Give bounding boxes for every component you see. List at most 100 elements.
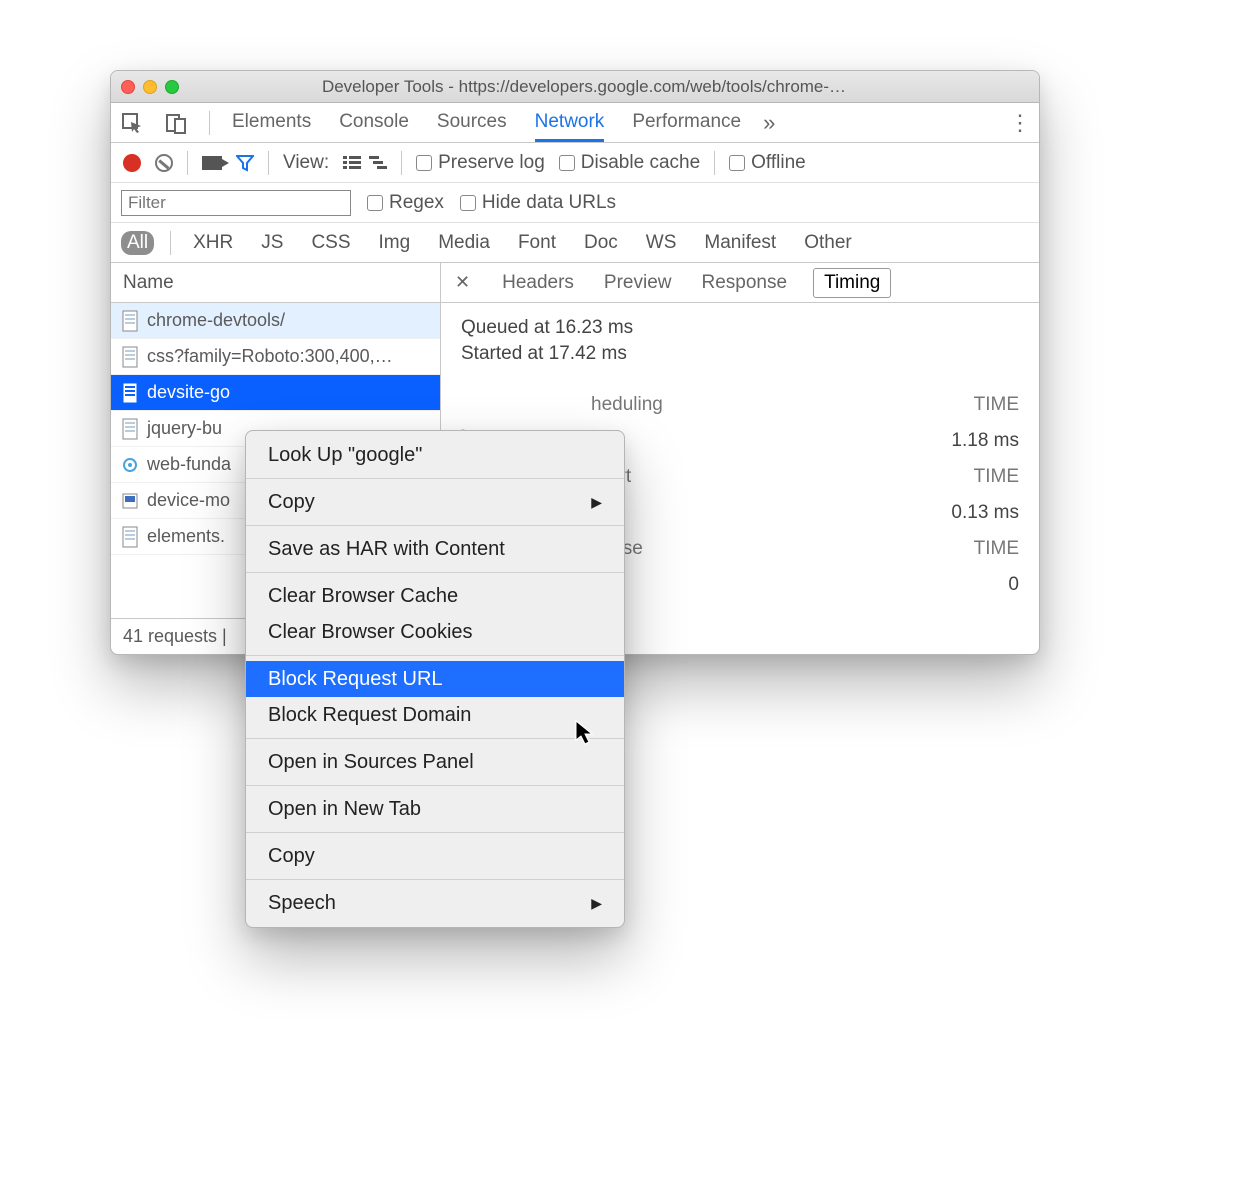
filter-input[interactable] bbox=[121, 190, 351, 216]
context-menu-label: Clear Browser Cache bbox=[268, 585, 458, 608]
subtab-preview[interactable]: Preview bbox=[600, 268, 676, 298]
type-manifest[interactable]: Manifest bbox=[698, 231, 782, 255]
filter-icon[interactable] bbox=[236, 154, 254, 172]
type-js[interactable]: JS bbox=[255, 231, 289, 255]
request-row-selected[interactable]: devsite-go bbox=[111, 375, 440, 411]
type-divider bbox=[170, 231, 171, 255]
timing-heading: heduling bbox=[461, 394, 663, 416]
type-media[interactable]: Media bbox=[432, 231, 496, 255]
traffic-lights bbox=[121, 80, 179, 94]
context-menu-separator bbox=[246, 785, 624, 786]
started-text: Started at 17.42 ms bbox=[461, 343, 1019, 365]
view-list-icon[interactable] bbox=[343, 156, 361, 170]
document-icon bbox=[121, 382, 139, 404]
checkbox-icon bbox=[559, 155, 575, 171]
context-menu-separator bbox=[246, 832, 624, 833]
type-doc[interactable]: Doc bbox=[578, 231, 624, 255]
context-menu-item[interactable]: Block Request Domain bbox=[246, 697, 624, 733]
tab-sources[interactable]: Sources bbox=[437, 103, 507, 142]
context-menu-item[interactable]: Copy bbox=[246, 838, 624, 874]
type-ws[interactable]: WS bbox=[640, 231, 683, 255]
clear-button[interactable] bbox=[155, 154, 173, 172]
detail-tabs: ✕ Headers Preview Response Timing bbox=[441, 263, 1039, 303]
context-menu-item[interactable]: Open in Sources Panel bbox=[246, 744, 624, 780]
view-waterfall-icon[interactable] bbox=[369, 156, 387, 170]
disable-cache-label: Disable cache bbox=[581, 152, 700, 174]
preserve-log-checkbox[interactable]: Preserve log bbox=[416, 152, 545, 174]
screenshot-icon[interactable] bbox=[202, 156, 222, 170]
request-name: devsite-go bbox=[147, 382, 230, 403]
type-img[interactable]: Img bbox=[373, 231, 417, 255]
disable-cache-checkbox[interactable]: Disable cache bbox=[559, 152, 700, 174]
context-menu-item[interactable]: Clear Browser Cache bbox=[246, 578, 624, 614]
name-header[interactable]: Name bbox=[111, 263, 440, 303]
checkbox-icon bbox=[416, 155, 432, 171]
subtab-timing[interactable]: Timing bbox=[813, 268, 891, 298]
submenu-arrow-icon: ▶ bbox=[591, 494, 602, 511]
image-icon bbox=[121, 490, 139, 512]
timing-time-head: TIME bbox=[974, 538, 1019, 560]
preserve-log-label: Preserve log bbox=[438, 152, 545, 174]
context-menu-item[interactable]: Save as HAR with Content bbox=[246, 531, 624, 567]
subtab-response[interactable]: Response bbox=[698, 268, 792, 298]
request-name: jquery-bu bbox=[147, 418, 222, 439]
timing-time-head: TIME bbox=[974, 466, 1019, 488]
tabs-overflow-icon[interactable]: » bbox=[763, 110, 773, 136]
close-panel-icon[interactable]: ✕ bbox=[455, 272, 476, 293]
subtab-headers[interactable]: Headers bbox=[498, 268, 578, 298]
window-title: Developer Tools - https://developers.goo… bbox=[187, 77, 1029, 97]
context-menu-separator bbox=[246, 738, 624, 739]
timing-value: 0 bbox=[1008, 574, 1019, 596]
context-menu-label: Block Request Domain bbox=[268, 704, 471, 727]
context-menu-label: Copy bbox=[268, 491, 315, 514]
tab-performance[interactable]: Performance bbox=[632, 103, 741, 142]
type-filter-row: All XHR JS CSS Img Media Font Doc WS Man… bbox=[111, 223, 1039, 263]
request-row[interactable]: chrome-devtools/ bbox=[111, 303, 440, 339]
hide-data-urls-checkbox[interactable]: Hide data URLs bbox=[460, 192, 616, 214]
context-menu-item[interactable]: Speech▶ bbox=[246, 885, 624, 921]
hide-data-urls-label: Hide data URLs bbox=[482, 192, 616, 214]
context-menu-label: Block Request URL bbox=[268, 668, 443, 691]
checkbox-icon bbox=[729, 155, 745, 171]
minimize-traffic-light[interactable] bbox=[143, 80, 157, 94]
tab-elements[interactable]: Elements bbox=[232, 103, 311, 142]
toolbar-divider-3 bbox=[401, 151, 402, 175]
queued-text: Queued at 16.23 ms bbox=[461, 317, 1019, 339]
context-menu-separator bbox=[246, 525, 624, 526]
network-toolbar: View: Preserve log Disable cache Offline bbox=[111, 143, 1039, 183]
context-menu-item[interactable]: Clear Browser Cookies bbox=[246, 614, 624, 650]
tab-console[interactable]: Console bbox=[339, 103, 409, 142]
regex-checkbox[interactable]: Regex bbox=[367, 192, 444, 214]
timing-value: 1.18 ms bbox=[951, 430, 1019, 452]
request-name: css?family=Roboto:300,400,… bbox=[147, 346, 393, 367]
cursor-pointer-icon bbox=[575, 720, 595, 751]
context-menu-label: Save as HAR with Content bbox=[268, 538, 505, 561]
context-menu-item[interactable]: Open in New Tab bbox=[246, 791, 624, 827]
context-menu-item[interactable]: Look Up "google" bbox=[246, 437, 624, 473]
close-traffic-light[interactable] bbox=[121, 80, 135, 94]
request-name: elements. bbox=[147, 526, 225, 547]
request-row[interactable]: css?family=Roboto:300,400,… bbox=[111, 339, 440, 375]
offline-checkbox[interactable]: Offline bbox=[729, 152, 806, 174]
kebab-menu-icon[interactable]: ⋮ bbox=[1009, 110, 1029, 136]
submenu-arrow-icon: ▶ bbox=[591, 895, 602, 912]
inspect-element-icon[interactable] bbox=[121, 112, 143, 134]
context-menu-item[interactable]: Copy ▶ bbox=[246, 484, 624, 520]
tab-network[interactable]: Network bbox=[535, 103, 605, 142]
toolbar-divider-1 bbox=[187, 151, 188, 175]
context-menu-label: Look Up "google" bbox=[268, 444, 422, 467]
context-menu-item[interactable]: Block Request URL bbox=[246, 661, 624, 697]
timing-value: 0.13 ms bbox=[951, 502, 1019, 524]
zoom-traffic-light[interactable] bbox=[165, 80, 179, 94]
type-xhr[interactable]: XHR bbox=[187, 231, 239, 255]
toolbar-divider-2 bbox=[268, 151, 269, 175]
regex-label: Regex bbox=[389, 192, 444, 214]
record-button[interactable] bbox=[123, 154, 141, 172]
toggle-device-icon[interactable] bbox=[165, 112, 187, 134]
offline-label: Offline bbox=[751, 152, 806, 174]
type-css[interactable]: CSS bbox=[305, 231, 356, 255]
context-menu-separator bbox=[246, 478, 624, 479]
type-all[interactable]: All bbox=[121, 231, 154, 255]
type-font[interactable]: Font bbox=[512, 231, 562, 255]
type-other[interactable]: Other bbox=[798, 231, 858, 255]
